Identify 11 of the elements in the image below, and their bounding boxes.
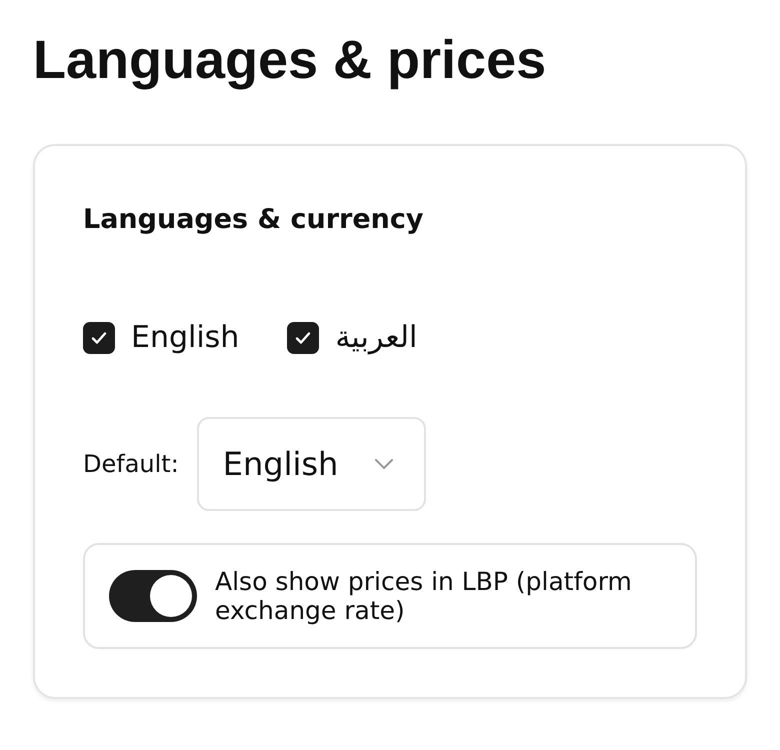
checkbox-icon — [287, 322, 320, 354]
page-title: Languages & prices — [33, 29, 548, 92]
toggle-label: Also show prices in LBP (platform exchange rate) — [215, 567, 633, 625]
language-checkbox[interactable]: English — [83, 320, 240, 355]
default-language-dropdown[interactable]: English — [196, 417, 426, 511]
default-label: Default: — [83, 450, 179, 478]
checkbox-icon — [83, 322, 115, 354]
chevron-down-icon — [374, 458, 394, 470]
language-checkbox[interactable]: العربية — [287, 320, 418, 355]
section-heading: Languages & currency — [83, 203, 424, 237]
toggle-switch[interactable] — [109, 570, 197, 622]
